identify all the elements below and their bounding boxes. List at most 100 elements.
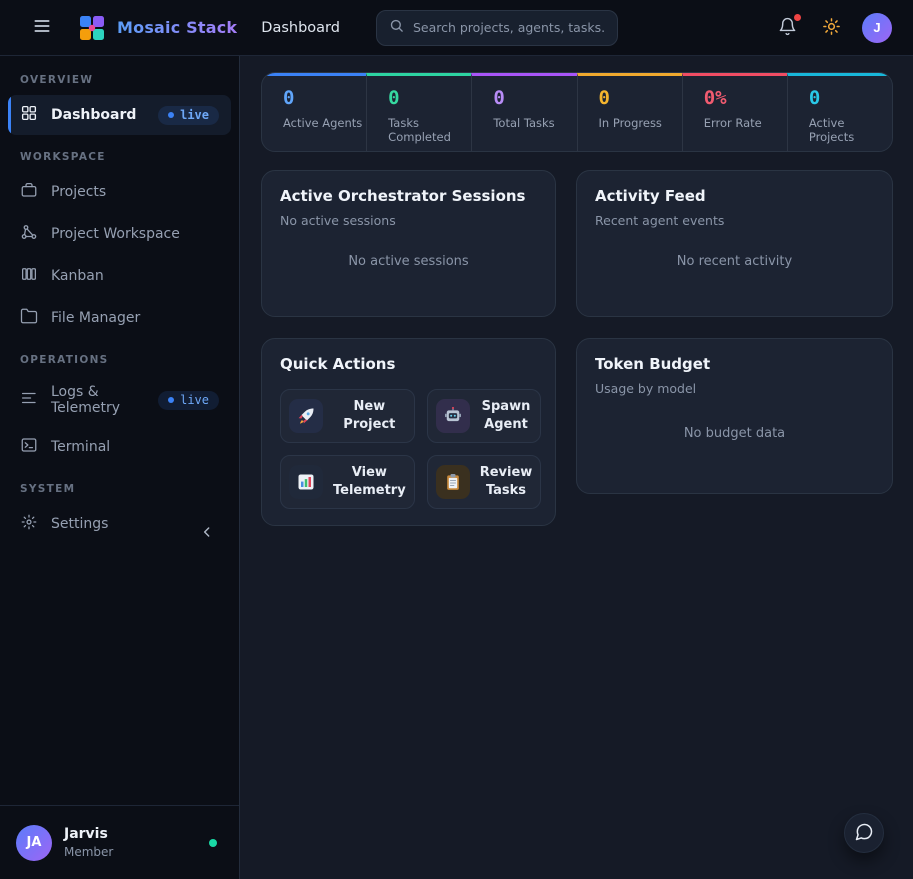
live-dot-icon	[168, 112, 174, 118]
notifications-button[interactable]	[774, 13, 801, 43]
stat-label: Tasks Completed	[388, 116, 471, 144]
sidebar-nav: OVERVIEW Dashboard live WORKSPACE Projec…	[0, 56, 239, 805]
sidebar-item-label: Logs & Telemetry	[51, 384, 145, 416]
menu-icon	[32, 16, 52, 39]
review-tasks-button[interactable]: Review Tasks	[427, 455, 542, 509]
action-label: Review Tasks	[480, 464, 533, 499]
cards-grid: Active Orchestrator Sessions No active s…	[261, 170, 893, 526]
stat-value: 0	[283, 87, 366, 109]
chevron-left-icon	[199, 528, 215, 543]
notification-dot	[794, 14, 801, 21]
dashboard-grid-icon	[20, 104, 38, 126]
quick-actions-card: Quick Actions New Project	[261, 338, 556, 526]
section-label-operations: OPERATIONS	[20, 354, 219, 366]
header-actions: J	[774, 13, 892, 43]
user-initials-avatar: JA	[16, 825, 52, 861]
stat-value: 0	[493, 87, 576, 109]
sun-icon	[822, 17, 841, 39]
active-indicator	[8, 95, 11, 135]
card-title: Activity Feed	[595, 187, 874, 205]
sessions-card: Active Orchestrator Sessions No active s…	[261, 170, 556, 317]
briefcase-icon	[20, 181, 38, 203]
stat-label: Total Tasks	[493, 116, 576, 130]
online-status-dot	[209, 839, 217, 847]
section-label-overview: OVERVIEW	[20, 74, 219, 86]
menu-button[interactable]	[28, 12, 56, 43]
gear-icon	[20, 513, 38, 535]
avatar-initial: J	[873, 20, 880, 35]
card-title: Active Orchestrator Sessions	[280, 187, 537, 205]
empty-state-text: No active sessions	[280, 228, 537, 300]
live-badge: live	[158, 391, 219, 410]
stat-error-rate: 0% Error Rate	[682, 73, 787, 151]
mosaic-logo[interactable]	[78, 14, 106, 42]
chat-bubble-icon	[854, 822, 874, 845]
log-lines-icon	[20, 389, 38, 411]
quick-actions-grid: New Project	[280, 389, 537, 509]
sidebar-item-kanban[interactable]: Kanban	[8, 256, 231, 296]
stat-value: 0%	[704, 87, 787, 109]
stats-row: 0 Active Agents 0 Tasks Completed 0 Tota…	[261, 72, 893, 152]
stat-label: In Progress	[599, 116, 682, 130]
sidebar-item-label: File Manager	[51, 310, 140, 326]
stat-in-progress: 0 In Progress	[577, 73, 682, 151]
action-label: View Telemetry	[333, 464, 406, 499]
stat-label: Active Projects	[809, 116, 892, 144]
view-telemetry-button[interactable]: View Telemetry	[280, 455, 415, 509]
robot-icon	[436, 399, 470, 433]
theme-toggle-button[interactable]	[818, 13, 845, 43]
folder-icon	[20, 307, 38, 329]
chat-fab-button[interactable]	[844, 813, 884, 853]
action-label: New Project	[333, 398, 406, 433]
search-bar[interactable]	[376, 10, 618, 46]
sidebar-item-label: Settings	[51, 516, 108, 532]
sidebar-item-terminal[interactable]: Terminal	[8, 427, 231, 467]
stat-active-agents: 0 Active Agents	[262, 73, 366, 151]
token-budget-card: Token Budget Usage by model No budget da…	[576, 338, 893, 494]
action-label: Spawn Agent	[480, 398, 533, 433]
sidebar-item-label: Kanban	[51, 268, 104, 284]
user-card[interactable]: JA Jarvis Member	[0, 805, 239, 879]
stat-label: Error Rate	[704, 116, 787, 130]
card-subtitle: Usage by model	[595, 381, 874, 396]
card-subtitle: No active sessions	[280, 213, 537, 228]
sidebar-item-label: Projects	[51, 184, 106, 200]
sidebar-item-file-manager[interactable]: File Manager	[8, 298, 231, 338]
card-subtitle: Recent agent events	[595, 213, 874, 228]
live-badge: live	[158, 106, 219, 125]
stat-value: 0	[809, 87, 892, 109]
sidebar-item-dashboard[interactable]: Dashboard live	[8, 95, 231, 135]
spawn-agent-button[interactable]: Spawn Agent	[427, 389, 542, 443]
terminal-icon	[20, 436, 38, 458]
sidebar: OVERVIEW Dashboard live WORKSPACE Projec…	[0, 56, 240, 879]
user-avatar-button[interactable]: J	[862, 13, 892, 43]
clipboard-icon	[436, 465, 470, 499]
sidebar-item-label: Dashboard	[51, 107, 136, 123]
stat-value: 0	[388, 87, 471, 109]
stat-tasks-completed: 0 Tasks Completed	[366, 73, 471, 151]
sidebar-item-logs-telemetry[interactable]: Logs & Telemetry live	[8, 375, 231, 425]
user-name: Jarvis	[64, 826, 113, 842]
sidebar-collapse-button[interactable]	[199, 524, 215, 543]
sidebar-item-projects[interactable]: Projects	[8, 172, 231, 212]
rocket-icon	[289, 399, 323, 433]
bar-chart-icon	[289, 465, 323, 499]
stat-value: 0	[599, 87, 682, 109]
live-dot-icon	[168, 397, 174, 403]
empty-state-text: No recent activity	[595, 228, 874, 300]
card-title: Quick Actions	[280, 355, 537, 373]
empty-state-text: No budget data	[595, 396, 874, 477]
top-bar: Mosaic Stack Dashboard J	[0, 0, 913, 56]
search-icon	[389, 18, 404, 37]
sidebar-item-project-workspace[interactable]: Project Workspace	[8, 214, 231, 254]
stat-label: Active Agents	[283, 116, 366, 130]
section-label-system: SYSTEM	[20, 483, 219, 495]
sidebar-item-settings[interactable]: Settings	[8, 504, 231, 544]
breadcrumb: Dashboard	[261, 20, 340, 36]
section-label-workspace: WORKSPACE	[20, 151, 219, 163]
nodes-icon	[20, 223, 38, 245]
search-input[interactable]	[413, 20, 605, 35]
new-project-button[interactable]: New Project	[280, 389, 415, 443]
sidebar-item-label: Terminal	[51, 439, 110, 455]
card-title: Token Budget	[595, 355, 874, 373]
